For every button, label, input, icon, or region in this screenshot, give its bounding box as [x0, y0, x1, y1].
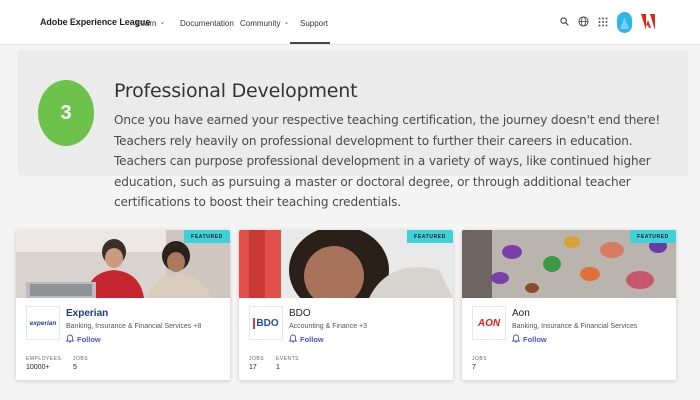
bell-icon: [511, 334, 521, 345]
company-name[interactable]: BDO: [289, 308, 311, 319]
nav-learn-label: Learn: [136, 18, 157, 28]
employer-card-experian[interactable]: FEATURED experian Experian Banking, Insu…: [16, 230, 230, 380]
stat-value: 17: [249, 364, 257, 371]
apps-grid-icon[interactable]: [596, 15, 609, 28]
nav-documentation-label: Documentation: [180, 18, 234, 28]
stat-employees: EMPLOYEES 10000+: [26, 356, 61, 371]
follow-label: Follow: [77, 335, 101, 344]
nav-support-label: Support: [300, 18, 329, 28]
bell-icon: [65, 334, 75, 345]
section-title: Professional Development: [114, 80, 358, 102]
brand-logo[interactable]: Adobe Experience League: [40, 17, 150, 27]
avatar[interactable]: [617, 12, 632, 33]
stat-label: JOBS: [472, 356, 488, 362]
company-name[interactable]: Aon: [512, 308, 530, 319]
company-logo: BDO: [249, 306, 283, 340]
nav-community-label: Community: [240, 18, 281, 28]
stat-value: 7: [472, 364, 476, 371]
follow-label: Follow: [523, 335, 547, 344]
stat-label: EMPLOYEES: [26, 356, 62, 362]
top-nav: Adobe Experience League Learn ⌄ Document…: [0, 0, 700, 45]
featured-badge: FEATURED: [407, 230, 453, 243]
chevron-down-icon: ⌄: [159, 19, 166, 26]
company-logo-text: AON: [477, 317, 501, 329]
nav-documentation[interactable]: Documentation: [180, 17, 234, 29]
stat-jobs: JOBS 17: [249, 356, 264, 371]
bell-icon: [288, 334, 298, 345]
stat-label: EVENTS: [276, 356, 300, 362]
company-logo: experian: [26, 306, 60, 340]
stat-value: 10000+: [26, 364, 50, 371]
active-tab-indicator: [290, 42, 330, 44]
stat-value: 5: [73, 364, 77, 371]
follow-button[interactable]: Follow: [511, 334, 547, 345]
stat-label: JOBS: [249, 356, 265, 362]
chevron-down-icon: ⌄: [283, 19, 290, 26]
company-name[interactable]: Experian: [66, 308, 108, 319]
stat-jobs: JOBS 7: [472, 356, 487, 371]
nav-learn[interactable]: Learn ⌄: [136, 17, 165, 29]
company-industry: Banking, Insurance & Financial Services: [512, 323, 638, 330]
employer-card-aon[interactable]: FEATURED AON Aon Banking, Insurance & Fi…: [462, 230, 676, 380]
follow-label: Follow: [300, 335, 324, 344]
company-industry: Accounting & Finance +3: [289, 323, 368, 330]
stat-label: JOBS: [73, 356, 89, 362]
section-body: Once you have earned your respective tea…: [114, 113, 661, 210]
nav-support[interactable]: Support: [300, 17, 328, 29]
adobe-logo[interactable]: [641, 14, 655, 30]
featured-badge: FEATURED: [184, 230, 230, 243]
follow-button[interactable]: Follow: [288, 334, 324, 345]
company-logo-text: BDO: [253, 317, 279, 329]
stat-events: EVENTS 1: [276, 356, 299, 371]
step-number-badge: 3: [38, 80, 94, 146]
nav-community[interactable]: Community ⌄: [240, 17, 289, 29]
stat-value: 1: [276, 364, 280, 371]
search-icon[interactable]: [558, 15, 571, 28]
employer-card-bdo[interactable]: FEATURED BDO BDO Accounting & Finance +3…: [239, 230, 453, 380]
globe-icon[interactable]: [577, 15, 590, 28]
stat-jobs: JOBS 5: [73, 356, 88, 371]
follow-button[interactable]: Follow: [65, 334, 101, 345]
company-logo-text: experian: [29, 319, 57, 327]
company-industry: Banking, Insurance & Financial Services …: [66, 323, 202, 330]
company-logo: AON: [472, 306, 506, 340]
featured-badge: FEATURED: [630, 230, 676, 243]
